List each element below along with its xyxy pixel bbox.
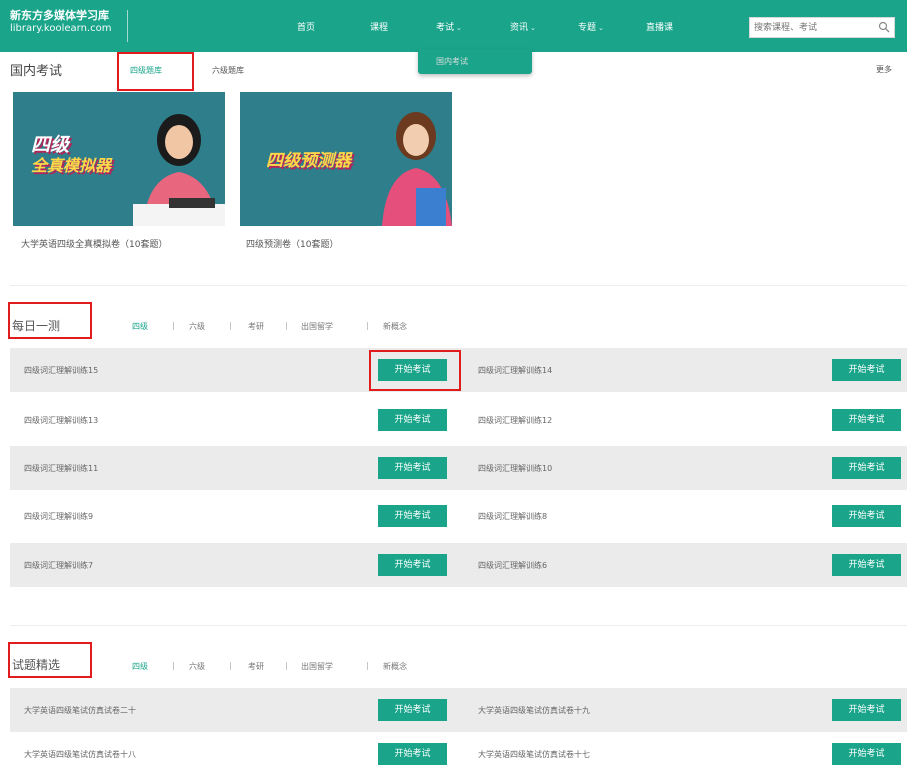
list-item-title[interactable]: 四级词汇理解训练6 bbox=[478, 560, 547, 571]
tab-study-abroad[interactable]: 出国留学 bbox=[301, 321, 333, 332]
top-navigation-bar: 新东方多媒体学习库 library.koolearn.com 首页 课程 考试 ⌄… bbox=[0, 0, 907, 52]
list-item-title[interactable]: 四级词汇理解训练9 bbox=[24, 511, 93, 522]
start-exam-button[interactable]: 开始考试 bbox=[378, 505, 447, 527]
list-item-title[interactable]: 四级词汇理解训练12 bbox=[478, 415, 552, 426]
tab-new-concept[interactable]: 新概念 bbox=[383, 661, 407, 672]
student-photo bbox=[133, 114, 225, 226]
chevron-down-icon: ⌄ bbox=[530, 24, 536, 32]
list-item-title[interactable]: 四级词汇理解训练13 bbox=[24, 415, 98, 426]
tab-cet6-bank[interactable]: 六级题库 bbox=[212, 65, 244, 76]
highlight-box bbox=[117, 52, 194, 91]
logo-title: 新东方多媒体学习库 bbox=[10, 9, 109, 22]
start-exam-button[interactable]: 开始考试 bbox=[378, 699, 447, 721]
chevron-down-icon: ⌄ bbox=[456, 24, 462, 32]
tab-separator: | bbox=[172, 661, 175, 670]
logo-url: library.koolearn.com bbox=[10, 23, 112, 34]
tab-study-abroad[interactable]: 出国留学 bbox=[301, 661, 333, 672]
tab-cet4[interactable]: 四级 bbox=[132, 661, 148, 672]
dropdown-item-domestic-exams[interactable]: 国内考试 bbox=[436, 56, 468, 67]
section-divider bbox=[10, 285, 907, 286]
nav-live[interactable]: 直播课 bbox=[646, 20, 673, 33]
banner-text: 四级预测器 bbox=[266, 151, 351, 171]
tab-new-concept[interactable]: 新概念 bbox=[383, 321, 407, 332]
nav-live-label: 直播课 bbox=[646, 23, 674, 33]
search-box bbox=[749, 17, 895, 38]
list-item-title[interactable]: 四级词汇理解训练14 bbox=[478, 365, 552, 376]
course-caption[interactable]: 四级预测卷（10套题） bbox=[246, 237, 338, 250]
search-input[interactable] bbox=[754, 21, 874, 35]
list-item-title[interactable]: 四级词汇理解训练11 bbox=[24, 463, 98, 474]
tab-separator: | bbox=[285, 661, 288, 670]
list-item-title[interactable]: 大学英语四级笔试仿真试卷十九 bbox=[478, 705, 590, 716]
tab-cet6[interactable]: 六级 bbox=[189, 321, 205, 332]
highlight-box bbox=[8, 642, 92, 678]
exams-dropdown-menu: 国内考试 bbox=[418, 49, 532, 74]
nav-home-label: 首页 bbox=[297, 23, 316, 33]
logo-divider bbox=[127, 10, 128, 42]
nav-courses-label: 课程 bbox=[370, 23, 389, 33]
list-item-title[interactable]: 四级词汇理解训练10 bbox=[478, 463, 552, 474]
highlight-box bbox=[369, 350, 461, 391]
list-item-title[interactable]: 大学英语四级笔试仿真试卷十八 bbox=[24, 749, 136, 760]
start-exam-button[interactable]: 开始考试 bbox=[378, 457, 447, 479]
tab-cet6[interactable]: 六级 bbox=[189, 661, 205, 672]
nav-topics-label: 专题 bbox=[578, 23, 597, 33]
start-exam-button[interactable]: 开始考试 bbox=[832, 359, 901, 381]
start-exam-button[interactable]: 开始考试 bbox=[378, 554, 447, 576]
section-title-domestic: 国内考试 bbox=[10, 64, 63, 79]
list-item-title[interactable]: 四级词汇理解训练8 bbox=[478, 511, 547, 522]
search-icon[interactable] bbox=[878, 21, 890, 33]
list-row: 四级词汇理解训练7 开始考试 四级词汇理解训练6 开始考试 bbox=[10, 543, 907, 587]
list-item-title[interactable]: 四级词汇理解训练7 bbox=[24, 560, 93, 571]
tab-cet4[interactable]: 四级 bbox=[132, 321, 148, 332]
nav-news-label: 资讯 bbox=[510, 23, 529, 33]
nav-topics[interactable]: 专题 ⌄ bbox=[578, 20, 604, 33]
nav-home[interactable]: 首页 bbox=[297, 20, 315, 33]
course-card-cet4-simulator[interactable]: 四级 全真模拟器 bbox=[13, 92, 225, 226]
more-link[interactable]: 更多 bbox=[876, 64, 892, 75]
list-row: 大学英语四级笔试仿真试卷十八 开始考试 大学英语四级笔试仿真试卷十七 开始考试 bbox=[10, 734, 907, 766]
list-row: 四级词汇理解训练9 开始考试 四级词汇理解训练8 开始考试 bbox=[10, 494, 907, 538]
nav-exams-label: 考试 bbox=[436, 23, 455, 33]
start-exam-button[interactable]: 开始考试 bbox=[378, 409, 447, 431]
highlight-box bbox=[8, 302, 92, 339]
nav-news[interactable]: 资讯 ⌄ bbox=[510, 20, 536, 33]
tab-separator: | bbox=[285, 321, 288, 330]
tab-separator: | bbox=[172, 321, 175, 330]
course-card-cet4-predictor[interactable]: 四级预测器 bbox=[240, 92, 452, 226]
nav-exams[interactable]: 考试 ⌄ bbox=[436, 20, 462, 33]
start-exam-button[interactable]: 开始考试 bbox=[832, 505, 901, 527]
tab-separator: | bbox=[229, 321, 232, 330]
start-exam-button[interactable]: 开始考试 bbox=[832, 457, 901, 479]
section-divider bbox=[10, 625, 907, 626]
tab-postgrad[interactable]: 考研 bbox=[248, 321, 264, 332]
student-photo bbox=[382, 112, 452, 226]
start-exam-button[interactable]: 开始考试 bbox=[378, 743, 447, 765]
tab-postgrad[interactable]: 考研 bbox=[248, 661, 264, 672]
banner-line2: 全真模拟器 bbox=[31, 156, 112, 175]
list-item-title[interactable]: 大学英语四级笔试仿真试卷二十 bbox=[24, 705, 136, 716]
list-item-title[interactable]: 四级词汇理解训练15 bbox=[24, 365, 98, 376]
tab-separator: | bbox=[366, 661, 369, 670]
start-exam-button[interactable]: 开始考试 bbox=[832, 699, 901, 721]
tab-separator: | bbox=[366, 321, 369, 330]
list-row: 四级词汇理解训练11 开始考试 四级词汇理解训练10 开始考试 bbox=[10, 446, 907, 490]
start-exam-button[interactable]: 开始考试 bbox=[832, 743, 901, 765]
site-logo[interactable]: 新东方多媒体学习库 library.koolearn.com bbox=[10, 9, 111, 35]
start-exam-button[interactable]: 开始考试 bbox=[832, 409, 901, 431]
course-caption[interactable]: 大学英语四级全真模拟卷（10套题） bbox=[21, 237, 167, 250]
chevron-down-icon: ⌄ bbox=[598, 24, 604, 32]
nav-courses[interactable]: 课程 bbox=[370, 20, 388, 33]
start-exam-button[interactable]: 开始考试 bbox=[832, 554, 901, 576]
tab-separator: | bbox=[229, 661, 232, 670]
list-row: 四级词汇理解训练13 开始考试 四级词汇理解训练12 开始考试 bbox=[10, 398, 907, 442]
list-row: 大学英语四级笔试仿真试卷二十 开始考试 大学英语四级笔试仿真试卷十九 开始考试 bbox=[10, 688, 907, 732]
list-item-title[interactable]: 大学英语四级笔试仿真试卷十七 bbox=[478, 749, 590, 760]
